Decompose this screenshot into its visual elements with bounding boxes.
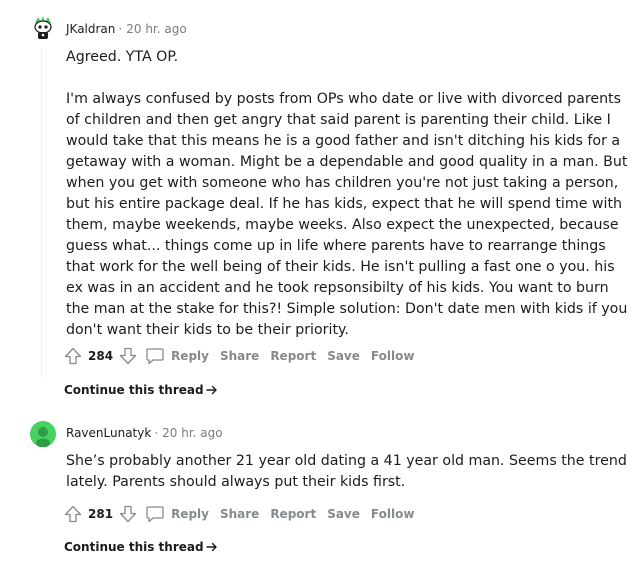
follow-button[interactable]: Follow	[371, 349, 415, 363]
share-button[interactable]: Share	[220, 349, 259, 363]
avatar[interactable]	[30, 421, 56, 448]
continue-thread-label: Continue this thread	[64, 540, 204, 554]
report-button[interactable]: Report	[270, 507, 316, 521]
share-button[interactable]: Share	[220, 507, 259, 521]
reply-button[interactable]: Reply	[145, 504, 209, 524]
avatar[interactable]	[30, 14, 56, 40]
comment-bubble-icon	[145, 346, 165, 366]
arrow-right-icon	[205, 385, 217, 395]
continue-thread-label: Continue this thread	[64, 383, 204, 397]
timestamp[interactable]: 20 hr. ago	[126, 22, 186, 36]
upvote-icon[interactable]	[62, 503, 84, 525]
timestamp[interactable]: 20 hr. ago	[162, 426, 222, 440]
comment-body: Agreed. YTA OP. I'm always confused by p…	[66, 47, 632, 341]
save-button[interactable]: Save	[327, 507, 360, 521]
report-button[interactable]: Report	[270, 349, 316, 363]
downvote-icon[interactable]	[117, 345, 139, 367]
upvote-icon[interactable]	[62, 345, 84, 367]
comment-paragraph: She’s probably another 21 year old datin…	[66, 453, 627, 490]
comment-actions: 281 Reply Share Report Save Follow	[62, 502, 414, 526]
arrow-right-icon	[205, 542, 217, 552]
comment-meta: JKaldran · 20 hr. ago	[66, 22, 187, 36]
separator-dot: ·	[154, 426, 159, 440]
save-button[interactable]: Save	[327, 349, 360, 363]
continue-thread-link[interactable]: Continue this thread	[64, 540, 218, 554]
avatar-snoo-icon	[30, 421, 56, 448]
reply-label: Reply	[171, 349, 209, 363]
continue-thread-link[interactable]: Continue this thread	[64, 383, 218, 397]
follow-button[interactable]: Follow	[371, 507, 415, 521]
reply-label: Reply	[171, 507, 209, 521]
vote-score: 284	[88, 349, 114, 363]
comment-body: She’s probably another 21 year old datin…	[66, 451, 632, 493]
comment-paragraph: Agreed. YTA OP.	[66, 49, 179, 65]
thread-line[interactable]	[41, 48, 42, 378]
separator-dot: ·	[118, 22, 123, 36]
comment-paragraph: I'm always confused by posts from OPs wh…	[66, 91, 628, 338]
comment-actions: 284 Reply Share Report Save Follow	[62, 344, 414, 368]
avatar-snoo-icon	[30, 14, 56, 40]
author-link[interactable]: JKaldran	[66, 22, 115, 36]
author-link[interactable]: RavenLunatyk	[66, 426, 151, 440]
comment-bubble-icon	[145, 504, 165, 524]
downvote-icon[interactable]	[117, 503, 139, 525]
reply-button[interactable]: Reply	[145, 346, 209, 366]
comment-meta: RavenLunatyk · 20 hr. ago	[66, 426, 223, 440]
vote-score: 281	[88, 507, 114, 521]
